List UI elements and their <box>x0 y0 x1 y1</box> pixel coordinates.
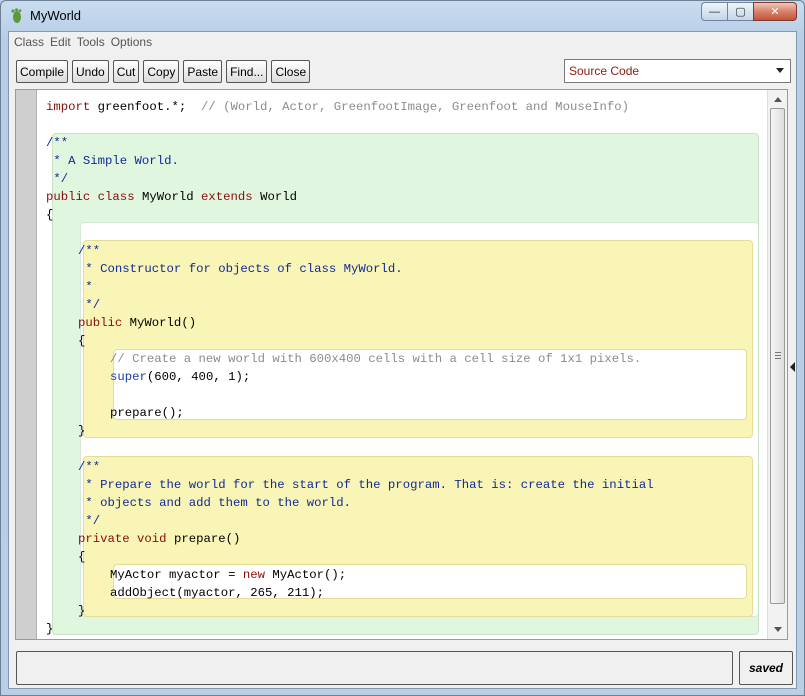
super-keyword: super <box>110 370 147 384</box>
line-gutter[interactable] <box>16 90 37 639</box>
prep-brace-open: { <box>78 550 86 564</box>
editor-window: MyWorld — ▢ ✕ Class Edit Tools Options C… <box>0 0 805 696</box>
window-title: MyWorld <box>30 8 82 23</box>
view-mode-select[interactable]: Source Code <box>564 59 791 83</box>
menu-class[interactable]: Class <box>13 32 47 52</box>
new-keyword: new <box>242 568 265 582</box>
ctor-doc-line2: * <box>78 280 93 294</box>
prep-doc-open: /** <box>78 460 101 474</box>
prep-actor-ctor: MyActor(); <box>264 568 347 582</box>
scroll-up-icon[interactable] <box>774 97 782 102</box>
import-keyword: import <box>46 100 91 114</box>
collapse-arrow-icon[interactable] <box>790 362 795 372</box>
ctor-doc-close: */ <box>78 298 101 312</box>
prep-actor-line: MyActor myactor = new MyActor(); <box>110 566 346 584</box>
status-message-area <box>16 651 733 685</box>
ctor-super-call: super(600, 400, 1); <box>110 368 250 386</box>
prep-signature: private void prepare() <box>78 530 240 548</box>
prep-brace-close: } <box>78 604 86 618</box>
saved-status: saved <box>739 651 793 685</box>
import-line: import greenfoot.*; // (World, Actor, Gr… <box>46 98 629 116</box>
class-keyword: class <box>97 190 135 204</box>
void-keyword: void <box>137 532 167 546</box>
greenfoot-icon <box>11 8 22 23</box>
view-mode-value: Source Code <box>569 64 640 78</box>
toolbar: Compile Undo Cut Copy Paste Find... Clos… <box>16 60 314 83</box>
class-brace-close: } <box>46 622 54 636</box>
ctor-comment: // Create a new world with 600x400 cells… <box>110 352 642 366</box>
prep-addobject-line: addObject(myactor, 265, 211); <box>110 586 325 600</box>
vertical-scrollbar[interactable] <box>767 90 787 639</box>
window-controls: — ▢ ✕ <box>701 2 797 21</box>
compile-button[interactable]: Compile <box>16 60 69 83</box>
extends-keyword: extends <box>201 190 253 204</box>
code-editor: import greenfoot.*; // (World, Actor, Gr… <box>15 89 788 640</box>
cut-button[interactable]: Cut <box>112 60 140 83</box>
minimize-button[interactable]: — <box>701 2 727 21</box>
ctor-brace-open: { <box>78 334 86 348</box>
ctor-signature: public MyWorld() <box>78 314 196 332</box>
prep-doc-line1: * Prepare the world for the start of the… <box>78 478 654 492</box>
menu-bar: Class Edit Tools Options <box>9 32 796 52</box>
code-area[interactable]: import greenfoot.*; // (World, Actor, Gr… <box>38 90 766 639</box>
ctor-prepare-call: prepare(); <box>110 406 184 420</box>
class-doc-close: */ <box>46 172 69 186</box>
prep-name: prepare() <box>166 532 241 546</box>
undo-button[interactable]: Undo <box>72 60 109 83</box>
superclass-name: World <box>260 190 297 204</box>
maximize-button[interactable]: ▢ <box>727 2 753 21</box>
ctor-name: MyWorld() <box>122 316 197 330</box>
title-bar[interactable]: MyWorld — ▢ ✕ <box>1 1 804 31</box>
prep-doc-line2: * objects and add them to the world. <box>78 496 352 510</box>
private-keyword: private <box>78 532 130 546</box>
public-keyword: public <box>46 190 91 204</box>
class-doc-line: * A Simple World. <box>46 154 179 168</box>
prep-actor-decl: MyActor myactor = <box>110 568 243 582</box>
import-comment: // (World, Actor, GreenfootImage, Greenf… <box>186 100 629 114</box>
editor-client: Class Edit Tools Options Compile Undo Cu… <box>8 31 797 689</box>
ctor-doc-open: /** <box>78 244 101 258</box>
ctor-public-keyword: public <box>78 316 123 330</box>
grip-icon <box>775 352 781 359</box>
class-declaration: public class MyWorld extends World <box>46 188 297 206</box>
close-button[interactable]: Close <box>271 60 311 83</box>
menu-tools[interactable]: Tools <box>76 32 108 52</box>
menu-edit[interactable]: Edit <box>49 32 74 52</box>
find-button[interactable]: Find... <box>226 60 268 83</box>
import-package: greenfoot.*; <box>90 100 187 114</box>
close-window-button[interactable]: ✕ <box>753 2 797 21</box>
class-doc-open: /** <box>46 136 69 150</box>
paste-button[interactable]: Paste <box>183 60 223 83</box>
prep-doc-close: */ <box>78 514 101 528</box>
super-args: (600, 400, 1); <box>146 370 251 384</box>
ctor-brace-close: } <box>78 424 86 438</box>
menu-options[interactable]: Options <box>110 32 155 52</box>
scroll-down-icon[interactable] <box>774 627 782 632</box>
class-name: MyWorld <box>141 190 194 204</box>
class-brace-open: { <box>46 208 54 222</box>
ctor-doc-line1: * Constructor for objects of class MyWor… <box>78 262 403 276</box>
scroll-thumb[interactable] <box>770 108 785 604</box>
chevron-down-icon <box>776 68 784 73</box>
copy-button[interactable]: Copy <box>143 60 180 83</box>
